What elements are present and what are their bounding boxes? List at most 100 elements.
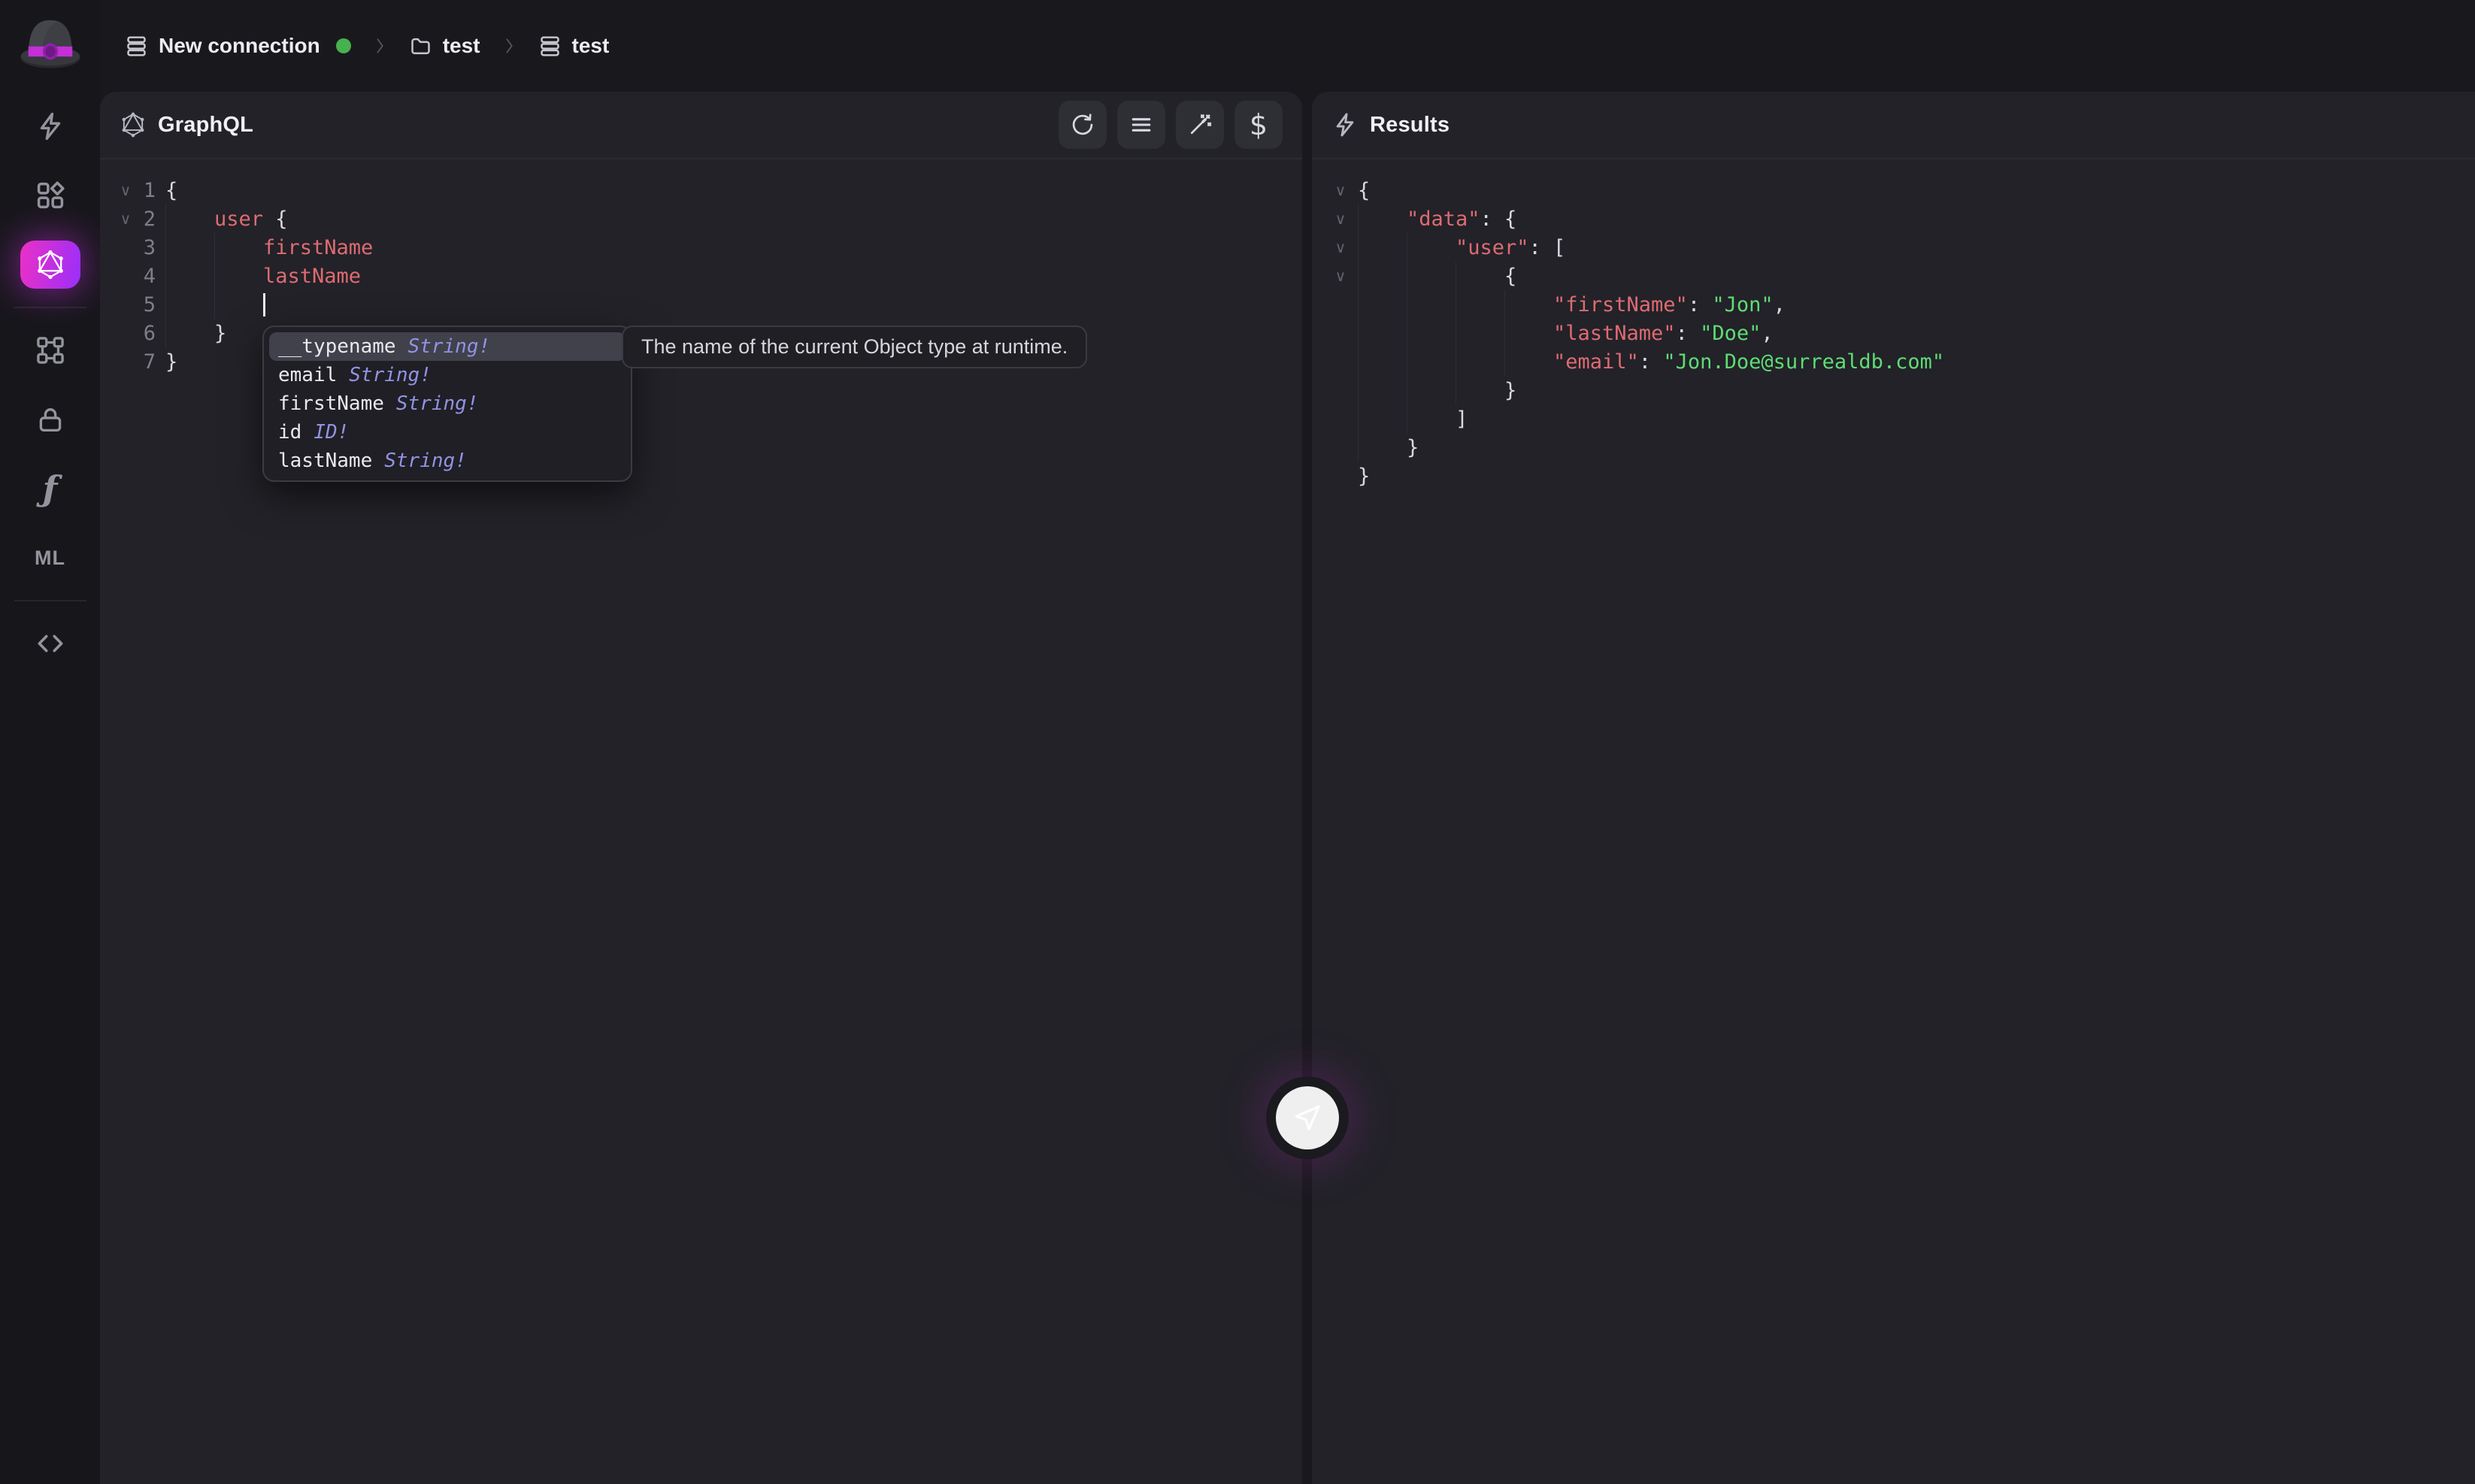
sidebar-slot [0, 385, 100, 454]
sidebar-slot [0, 161, 100, 230]
results-panel-header: Results [1312, 92, 2475, 159]
indent-guide [165, 290, 214, 319]
send-icon [1292, 1102, 1323, 1134]
sidebar-item-authentication[interactable] [20, 395, 80, 444]
ml-icon: ML [35, 546, 65, 569]
autocomplete-item-lastName[interactable]: lastName String! [269, 447, 626, 475]
topbar: New connection test test [100, 0, 2475, 92]
sidebar-slot: ƒ [0, 454, 100, 523]
graphql-icon [35, 249, 66, 280]
autocomplete-item-email[interactable]: email String! [269, 361, 626, 389]
indent-guide [1504, 290, 1553, 319]
refresh-button[interactable] [1059, 101, 1107, 149]
results-viewer[interactable]: ∨{∨ "data": {∨ "user": [∨{"firstName": "Jo… [1312, 159, 2475, 490]
run-query-button[interactable] [1275, 1086, 1339, 1149]
surrealist-logo[interactable] [16, 8, 85, 77]
graphql-icon [120, 111, 147, 138]
indent-guide [1407, 404, 1456, 433]
indent-guide [1358, 290, 1407, 319]
graphql-panel: GraphQL $ ∨ 1{∨ 2 user {3 firstName 4 lastName… [100, 92, 1302, 1484]
sidebar-item-functions[interactable]: ƒ [20, 465, 80, 513]
indent-guide [1456, 262, 1504, 290]
sidebar: ƒ ML [0, 0, 100, 1484]
connection-status-dot [335, 38, 351, 53]
code-line: 3 firstName [100, 233, 1302, 262]
code-line: ] [1312, 404, 2475, 433]
indent-guide [1407, 347, 1456, 376]
sidebar-divider [14, 307, 86, 308]
autocomplete-item-__typename[interactable]: __typename String! [269, 332, 626, 361]
prettify-button[interactable] [1176, 101, 1224, 149]
fold-chevron-icon[interactable]: ∨ [1331, 233, 1350, 262]
line-number: 1 [143, 178, 156, 202]
indent-guide [1407, 262, 1456, 290]
indent-guide [1407, 233, 1456, 262]
indent-guide [214, 262, 263, 290]
code-line: ∨ 2 user { [100, 204, 1302, 233]
connection-name: New connection [159, 34, 320, 57]
format-button[interactable] [1117, 101, 1165, 149]
indent-guide [1407, 376, 1456, 404]
code-line: ∨{ [1312, 262, 2475, 290]
fold-chevron-icon[interactable]: ∨ [115, 204, 136, 233]
indent-guide [1358, 404, 1407, 433]
indent-guide [214, 290, 263, 319]
panel-title-graphql: GraphQL [158, 112, 254, 137]
indent-guide [1358, 376, 1407, 404]
line-number: 6 [143, 321, 156, 345]
sidebar-item-query[interactable] [20, 102, 80, 150]
chevron-right-icon [369, 35, 390, 56]
code-line: "lastName": "Doe", [1312, 319, 2475, 347]
breadcrumb-table-label: test [571, 34, 610, 57]
align-lines-icon [1128, 112, 1154, 138]
indent-guide [1358, 262, 1407, 290]
sidebar-item-models[interactable]: ML [20, 534, 80, 582]
refresh-icon [1070, 112, 1095, 138]
line-number: 5 [143, 292, 156, 316]
code-line: } [1358, 464, 1371, 488]
breadcrumb-database-label: test [442, 34, 480, 57]
fold-chevron-icon[interactable]: ∨ [1331, 176, 1350, 204]
autocomplete-item-firstName[interactable]: firstName String! [269, 389, 626, 418]
sidebar-item-explorer[interactable] [20, 171, 80, 220]
code-icon [35, 628, 66, 659]
sidebar-item-api-docs[interactable] [20, 619, 80, 668]
line-number: 4 [143, 264, 156, 288]
indent-guide [165, 204, 214, 233]
indent-guide [214, 233, 263, 262]
indent-guide [1504, 347, 1553, 376]
panel-divider[interactable] [1275, 92, 1339, 1484]
indent-guide [165, 319, 214, 347]
breadcrumb: New connection test test [117, 29, 616, 63]
variables-button[interactable]: $ [1234, 101, 1283, 149]
graphql-toolbar: $ [1048, 101, 1283, 149]
indent-guide [1456, 347, 1504, 376]
breadcrumb-database[interactable]: test [401, 29, 488, 63]
folder-icon [408, 34, 433, 59]
indent-guide [1456, 319, 1504, 347]
indent-guide [1358, 319, 1407, 347]
indent-guide [165, 233, 214, 262]
fold-chevron-icon[interactable]: ∨ [115, 176, 136, 204]
breadcrumb-table[interactable]: test [530, 29, 617, 63]
indent-guide [1358, 347, 1407, 376]
sidebar-item-graphql[interactable] [20, 241, 80, 289]
scheme-icon [35, 335, 66, 366]
line-number: 7 [143, 350, 156, 374]
code-line: 5 [100, 290, 1302, 319]
line-number: 2 [143, 207, 156, 231]
dollar-icon: $ [1249, 108, 1268, 141]
fold-chevron-icon[interactable]: ∨ [1331, 204, 1350, 233]
sidebar-slot [0, 230, 100, 299]
sidebar-item-designer[interactable] [20, 326, 80, 374]
breadcrumb-connection[interactable]: New connection [117, 29, 359, 63]
autocomplete-item-id[interactable]: id ID! [269, 418, 626, 447]
text-cursor [263, 292, 265, 316]
panel-title-results: Results [1370, 112, 1450, 137]
function-icon: ƒ [42, 468, 58, 509]
code-line: "firstName": "Jon", [1312, 290, 2475, 319]
fold-chevron-icon[interactable]: ∨ [1331, 262, 1350, 290]
results-panel: Results ∨{∨ "data": {∨ "user": [∨{"firstNa… [1312, 92, 2475, 1484]
sidebar-slot [0, 609, 100, 678]
autocomplete-tooltip: The name of the current Object type at r… [622, 326, 1088, 368]
